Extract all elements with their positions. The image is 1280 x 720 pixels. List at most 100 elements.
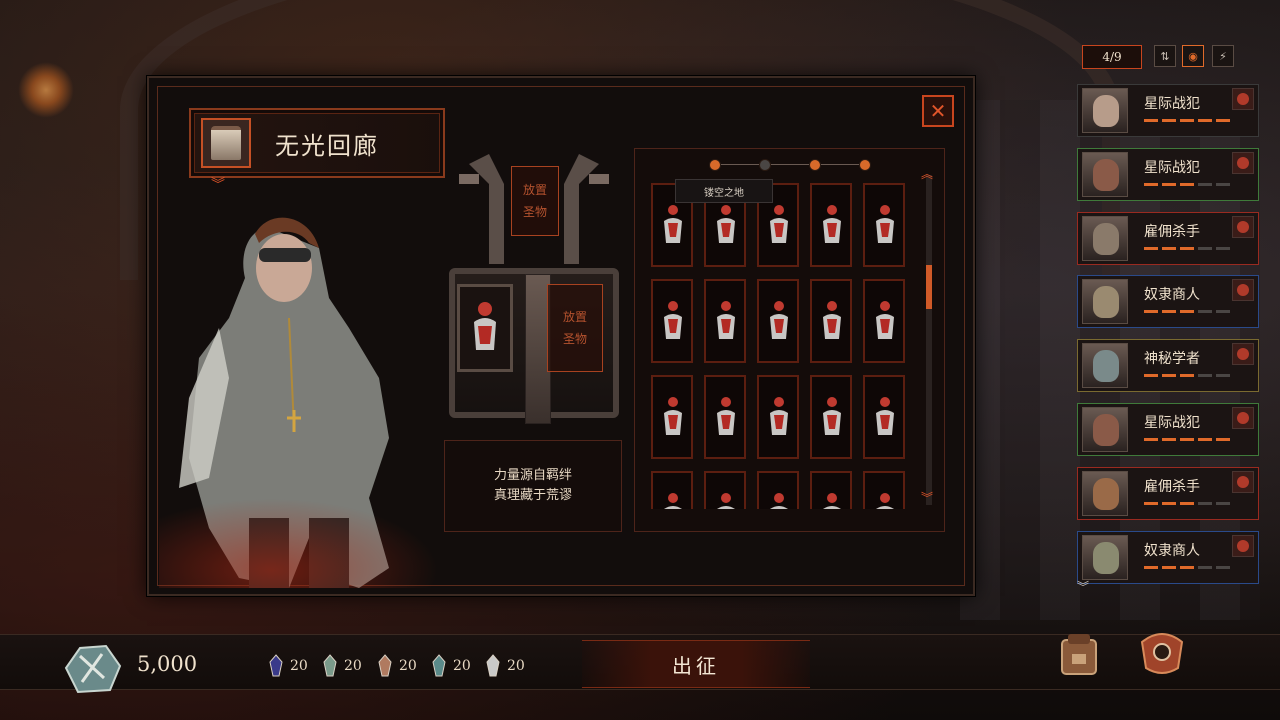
relic-card[interactable] xyxy=(704,471,746,509)
page-dot-1[interactable] xyxy=(709,159,721,171)
hero-name: 奴隶商人 xyxy=(1144,542,1200,559)
relic-card[interactable] xyxy=(810,279,852,363)
hero-trait-icon[interactable] xyxy=(1232,215,1254,238)
hero-name: 奴隶商人 xyxy=(1144,287,1200,304)
hero-level-bars xyxy=(1144,246,1230,250)
hero-trait-icon[interactable] xyxy=(1232,407,1254,429)
relic-card-figure-icon xyxy=(664,301,682,339)
hero-trait-icon[interactable] xyxy=(1232,88,1254,110)
resource-amount: 20 xyxy=(399,658,417,674)
roster-hero[interactable]: 星际战犯 xyxy=(1077,147,1259,201)
scrollbar-thumb[interactable] xyxy=(926,265,932,309)
quote-line-2: 真理藏于荒谬 xyxy=(493,488,572,503)
resource-amount: 20 xyxy=(344,658,362,674)
relic-slot-right[interactable]: 放置 圣物 xyxy=(547,284,603,372)
relic-card-figure-icon xyxy=(770,205,788,243)
roster-hero[interactable]: 奴隶商人 xyxy=(1077,275,1259,329)
relic-card-figure-icon xyxy=(664,205,682,243)
resource-amount: 20 xyxy=(507,658,525,674)
hero-trait-icon[interactable] xyxy=(1232,534,1254,557)
relic-slot-top[interactable]: 放置 圣物 xyxy=(511,166,559,236)
resource-item: 20 xyxy=(268,652,308,680)
resource-amount: 20 xyxy=(290,658,308,674)
relic-card[interactable] xyxy=(810,183,852,267)
scroll-up-icon[interactable]: ︽ xyxy=(921,168,933,180)
relic-card[interactable] xyxy=(651,471,693,509)
hero-portrait xyxy=(1082,151,1128,197)
relic-card[interactable] xyxy=(863,183,905,267)
relic-slot-left-filled[interactable] xyxy=(457,284,513,372)
relic-inventory-panel: 镂空之地 ︽ ︾ xyxy=(634,148,945,532)
mask-icon[interactable] xyxy=(1136,628,1188,676)
relic-card-figure-icon xyxy=(717,397,735,435)
star-core-icon xyxy=(486,654,500,677)
roster-hero[interactable]: 星际战犯 xyxy=(1077,84,1259,137)
hero-trait-icon[interactable] xyxy=(1232,279,1254,302)
roster-hero[interactable]: 奴隶商人 xyxy=(1077,530,1259,584)
page-dot-4[interactable] xyxy=(859,159,871,171)
scroll-down-icon[interactable]: ︾ xyxy=(921,492,933,504)
hero-level-bars xyxy=(1144,182,1230,186)
hero-name: 神秘学者 xyxy=(1144,351,1200,368)
resource-item: 20 xyxy=(322,652,362,680)
scrollbar-track[interactable] xyxy=(926,175,932,505)
backpack-icon[interactable] xyxy=(1056,630,1102,678)
quote-line-1: 力量源自羁绊 xyxy=(493,468,572,483)
shield-filter-icon[interactable]: ◉ xyxy=(1182,45,1204,67)
roster-more-chevron-icon[interactable]: ︾ xyxy=(1077,581,1089,593)
hero-portrait xyxy=(1082,470,1128,516)
page-indicator xyxy=(705,157,875,173)
relic-card[interactable] xyxy=(651,279,693,363)
relic-card-figure-icon xyxy=(717,301,735,339)
hero-portrait xyxy=(1082,534,1128,580)
hero-trait-icon[interactable] xyxy=(1232,343,1254,366)
roster-count: 4/9 xyxy=(1082,45,1142,69)
currency-relic-icon xyxy=(64,644,122,694)
relic-card-figure-icon xyxy=(823,205,841,243)
relic-card[interactable] xyxy=(863,279,905,363)
relic-card[interactable] xyxy=(757,279,799,363)
relic-altar-icon xyxy=(201,118,251,168)
depart-button[interactable]: 出征 xyxy=(582,640,810,688)
page-dot-2[interactable] xyxy=(759,159,771,171)
roster-hero[interactable]: 神秘学者 xyxy=(1077,339,1259,393)
relic-card[interactable] xyxy=(704,375,746,459)
relic-card-figure-icon xyxy=(876,301,894,339)
roster-hero[interactable]: 雇佣杀手 xyxy=(1077,211,1259,265)
roster-hero[interactable]: 雇佣杀手 xyxy=(1077,466,1259,520)
relic-card[interactable] xyxy=(704,279,746,363)
relic-card[interactable] xyxy=(757,375,799,459)
page-dot-3[interactable] xyxy=(809,159,821,171)
roster-hero[interactable]: 星际战犯 xyxy=(1077,403,1259,456)
resource-item: 20 xyxy=(485,652,525,680)
relic-card[interactable] xyxy=(863,375,905,459)
relic-card[interactable] xyxy=(757,471,799,509)
hero-trait-icon[interactable] xyxy=(1232,470,1254,493)
close-button[interactable]: ✕ xyxy=(922,95,954,127)
relic-altar-window: ✕ 无光回廊 ︾ 放置 圣物 放置 圣物 力量源自羁绊 真理藏于荒谬 镂空之地 … xyxy=(147,76,975,596)
auto-arrange-icon[interactable]: ⚡ xyxy=(1212,45,1234,67)
hero-level-bars xyxy=(1144,310,1230,314)
currency-amount: 5,000 xyxy=(137,652,198,676)
relic-card-figure-icon xyxy=(717,205,735,243)
relic-card-figure-icon xyxy=(474,302,496,350)
mushroom-icon xyxy=(323,654,337,677)
hero-trait-icon[interactable] xyxy=(1232,151,1254,174)
expand-chevron-icon[interactable]: ︾ xyxy=(211,178,225,192)
flesh-shard-icon xyxy=(378,654,392,677)
hero-level-bars xyxy=(1144,438,1230,441)
relic-card-figure-icon xyxy=(770,493,788,509)
resource-item: 20 xyxy=(377,652,417,680)
hero-level-bars xyxy=(1144,565,1230,569)
relic-card[interactable] xyxy=(810,375,852,459)
hero-portrait xyxy=(1082,88,1128,133)
relic-card-figure-icon xyxy=(876,205,894,243)
relic-card[interactable] xyxy=(863,471,905,509)
relic-card-figure-icon xyxy=(823,397,841,435)
sort-icon[interactable]: ⇅ xyxy=(1154,45,1176,67)
altar-quote: 力量源自羁绊 真理藏于荒谬 xyxy=(444,440,622,532)
relic-card[interactable] xyxy=(651,375,693,459)
relic-card-figure-icon xyxy=(876,493,894,509)
relic-card[interactable] xyxy=(810,471,852,509)
resource-item: 20 xyxy=(431,652,471,680)
